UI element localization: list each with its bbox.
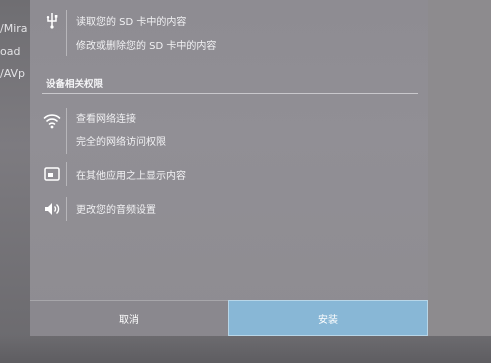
dialog-button-bar: 取消 安装 xyxy=(30,300,428,336)
window-overlay-icon xyxy=(44,167,60,181)
background-text-fragment: /Mira xyxy=(0,22,28,35)
permission-group-line xyxy=(66,108,67,154)
install-button[interactable]: 安装 xyxy=(228,300,428,336)
background-text-fragment: oad xyxy=(0,45,21,58)
background-app-panel: /Mira oad /AVp xyxy=(0,0,30,363)
permission-modify-sd: 修改或删除您的 SD 卡中的内容 xyxy=(76,41,217,52)
background-text-fragment: /AVp xyxy=(0,67,26,80)
permission-group-line xyxy=(66,162,67,186)
permission-read-sd: 读取您的 SD 卡中的内容 xyxy=(76,17,187,28)
cancel-button[interactable]: 取消 xyxy=(30,300,228,336)
usb-storage-icon xyxy=(46,13,58,29)
background-bottom-strip xyxy=(0,336,491,363)
permission-group-line xyxy=(66,10,67,56)
permission-draw-overlay: 在其他应用之上显示内容 xyxy=(76,171,186,182)
permission-view-network: 查看网络连接 xyxy=(76,114,136,125)
section-title-device: 设备相关权限 xyxy=(46,79,104,90)
permission-change-audio: 更改您的音频设置 xyxy=(76,205,156,216)
install-permission-dialog: 读取您的 SD 卡中的内容 修改或删除您的 SD 卡中的内容 设备相关权限 查看… xyxy=(30,0,428,336)
section-divider xyxy=(42,93,418,94)
permission-full-network: 完全的网络访问权限 xyxy=(76,137,166,148)
speaker-volume-icon xyxy=(45,203,60,215)
wifi-icon xyxy=(43,114,61,129)
permission-group-line xyxy=(66,197,67,221)
